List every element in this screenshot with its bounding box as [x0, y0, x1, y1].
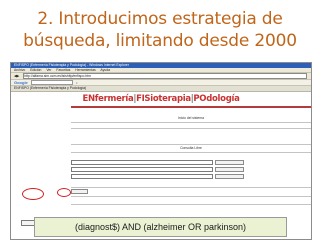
menu-item-favoritos[interactable]: Favoritos: [56, 68, 70, 72]
field-select-1[interactable]: [215, 160, 244, 165]
section-title-query: Consulta Libre: [180, 146, 202, 150]
menu-item-ver[interactable]: Ver: [46, 68, 51, 72]
site-logo-part-3: POdología: [193, 94, 240, 104]
slide-title-line-2: búsqueda, limitando desde 2000: [23, 31, 297, 51]
divider: [71, 196, 311, 197]
year-select[interactable]: [71, 189, 88, 194]
google-search-input[interactable]: [30, 80, 73, 85]
field-select-3[interactable]: [215, 174, 244, 179]
site-logo-part-2: FISioterapia: [136, 94, 191, 104]
divider: [71, 187, 311, 188]
divider: [71, 144, 311, 145]
divider: [71, 122, 311, 123]
slide-title-line-1: 2. Introducimos estrategia de: [37, 9, 283, 29]
site-logo: ENfermería|FISioterapia|POdología: [11, 94, 311, 104]
year-limit-highlight: [57, 188, 71, 197]
query-field-1[interactable]: [71, 160, 213, 165]
section-title-search: Inicio del sistema: [177, 116, 204, 120]
divider: [71, 152, 311, 153]
google-logo: Google: [14, 79, 28, 85]
divider: [71, 128, 311, 129]
field-select-2[interactable]: [215, 167, 244, 172]
divider: [71, 204, 311, 205]
query-field-2[interactable]: [71, 167, 213, 172]
menu-item-ayuda[interactable]: Ayuda: [100, 68, 110, 72]
forward-icon[interactable]: ▶: [17, 74, 20, 78]
site-logo-part-1: ENfermería: [82, 94, 134, 104]
search-strategy-caption: (diagnost$) AND (alzheimer OR parkinson): [34, 217, 287, 237]
browser-screenshot: ENFISPO (Enfermería Fisioterapia y Podol…: [10, 62, 312, 240]
search-button-highlight: [22, 188, 44, 200]
menu-item-herramientas[interactable]: Herramientas: [75, 68, 95, 72]
search-icon[interactable]: ⌕: [76, 81, 78, 85]
tab-enfispo[interactable]: ENFISPO (Enfermería Fisioterapia y Podol…: [14, 86, 86, 90]
query-field-3[interactable]: [71, 174, 213, 179]
header-rule: [71, 106, 311, 108]
address-bar: ◀ ▶ http://alfama.sim.ucm.es/isishttp/en…: [11, 73, 311, 80]
address-input[interactable]: http://alfama.sim.ucm.es/isishttp/enfisp…: [23, 73, 307, 79]
menu-item-edicion[interactable]: Edición: [30, 68, 41, 72]
menu-item-archivo[interactable]: Archivo: [14, 68, 25, 72]
slide-title: 2. Introducimos estrategia de búsqueda, …: [0, 8, 320, 52]
